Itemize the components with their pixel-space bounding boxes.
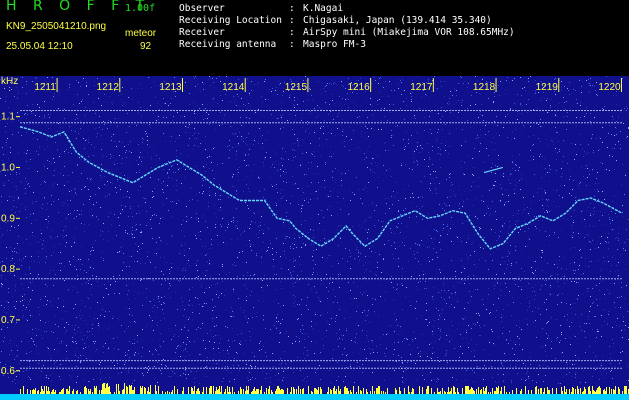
app-version: 1.00f <box>125 3 156 14</box>
y-axis-unit: kHz <box>1 76 18 87</box>
info-value: Chigasaki, Japan (139.414 35.340) <box>303 15 492 26</box>
info-row-location: Receiving Location: Chigasaki, Japan (139… <box>179 15 492 26</box>
info-value: K.Nagai <box>303 3 344 14</box>
info-value: AirSpy mini (Miakejima VOR 108.65MHz) <box>303 27 515 38</box>
x-tick-label: 1211 <box>34 82 56 93</box>
x-tick-label: 1218 <box>473 82 496 93</box>
x-tick-label: 1220 <box>598 82 621 93</box>
info-key: Receiver <box>179 27 225 38</box>
info-value: Maspro FM-3 <box>303 39 366 50</box>
spectrogram-panel: kHz 1.1 1.0 0.9 0.8 0.7 0.6 1211 1212 1213 1214 12… <box>0 76 629 400</box>
info-row-antenna: Receiving antenna: Maspro FM-3 <box>179 39 366 50</box>
spectrogram-svg: kHz 1.1 1.0 0.9 0.8 0.7 0.6 1211 1212 1213 1214 12… <box>0 76 629 400</box>
info-row-receiver: Receiver: AirSpy mini (Miakejima VOR 108.… <box>179 27 515 38</box>
x-tick-label: 1215 <box>285 82 308 93</box>
bottom-strip <box>0 394 629 400</box>
x-tick-label: 1212 <box>97 82 120 93</box>
file-name: KN9_2505041210.png <box>6 21 107 32</box>
y-tick-label: 0.8 <box>1 264 15 275</box>
x-tick-label: 1216 <box>348 82 371 93</box>
info-key: Receiving antenna <box>179 39 277 50</box>
x-tick-label: 1219 <box>536 82 559 93</box>
info-key: Receiving Location <box>179 15 282 26</box>
x-tick-label: 1213 <box>159 82 182 93</box>
info-row-observer: Observer: K.Nagai <box>179 3 344 14</box>
info-key: Observer <box>179 3 225 14</box>
capture-datetime: 25.05.04 12:10 <box>6 41 73 52</box>
y-tick-label: 1.0 <box>1 162 15 173</box>
x-tick-label: 1217 <box>410 82 433 93</box>
y-tick-label: 0.6 <box>1 366 15 377</box>
meteor-count-value: 92 <box>140 41 152 52</box>
y-tick-label: 1.1 <box>1 112 15 123</box>
spectrogram-background <box>0 76 629 400</box>
meteor-count-label: meteor <box>125 28 157 39</box>
y-tick-label: 0.9 <box>1 213 15 224</box>
header-panel: H R O F F T 1.00f KN9_2505041210.png met… <box>0 0 629 76</box>
x-tick-label: 1214 <box>222 82 245 93</box>
y-tick-label: 0.7 <box>1 315 15 326</box>
